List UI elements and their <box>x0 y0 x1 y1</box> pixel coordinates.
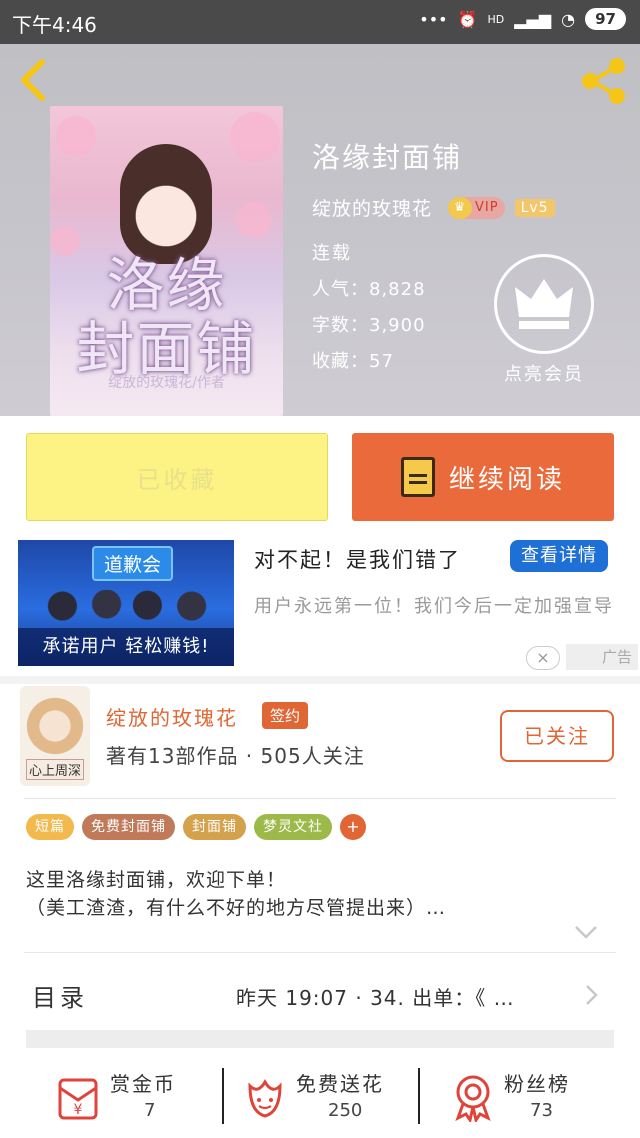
book-author-row: 绽放的玫瑰花 ♛ VIP Lv5 <box>312 194 555 221</box>
signed-badge: 签约 <box>262 702 309 729</box>
fan-rank-label: 粉丝榜 <box>504 1072 570 1096</box>
ad-image-slogan: 承诺用户 轻松赚钱! <box>18 628 234 666</box>
tag-item[interactable]: 梦灵文社 <box>254 814 332 840</box>
book-header: 洛缘 封面铺 绽放的玫瑰花/作者 洛缘封面铺 绽放的玫瑰花 ♛ VIP Lv5 … <box>0 44 640 416</box>
ad-description: 用户永远第一位！我们今后一定加强宣导 <box>254 596 614 617</box>
ad-image-people <box>42 590 212 630</box>
chevron-down-icon[interactable] <box>574 924 598 940</box>
red-envelope-icon: ¥ <box>58 1078 98 1120</box>
status-time: 下午4:46 <box>12 13 97 37</box>
vip-badge: ♛ VIP <box>448 196 505 219</box>
ad-banner[interactable]: 道歉会 承诺用户 轻松赚钱! 对不起！是我们错了 查看详情 用户永远第一位！我们… <box>0 540 640 676</box>
more-icon: ••• <box>419 9 448 29</box>
send-flower-value: 250 <box>328 1100 363 1121</box>
send-flower-label: 免费送花 <box>296 1072 384 1096</box>
blossom-decoration <box>236 202 272 238</box>
catalog-row[interactable]: 目录 昨天 19:07 · 34. 出单：《 … <box>26 954 614 1034</box>
divider <box>24 798 616 799</box>
avatar[interactable]: 心上周深 <box>20 686 90 786</box>
fan-rank-button[interactable]: 粉丝榜 73 <box>450 1064 640 1134</box>
continue-reading-button[interactable]: 继续阅读 <box>352 433 614 521</box>
level-badge: Lv5 <box>514 198 555 217</box>
section-gap <box>0 676 640 684</box>
fan-rank-value: 73 <box>530 1100 553 1121</box>
catalog-label: 目录 <box>32 984 88 1012</box>
share-icon[interactable] <box>578 56 628 106</box>
bottom-separator <box>222 1068 224 1124</box>
author-meta: 著有13部作品 · 505人关注 <box>106 744 365 768</box>
member-button[interactable]: 点亮会员 <box>492 254 596 386</box>
catalog-latest-chapter: 昨天 19:07 · 34. 出单：《 … <box>236 986 515 1010</box>
ad-image[interactable]: 道歉会 承诺用户 轻松赚钱! <box>18 540 234 666</box>
collected-button[interactable]: 已收藏 <box>26 433 328 521</box>
book-cover[interactable]: 洛缘 封面铺 绽放的玫瑰花/作者 <box>50 106 283 416</box>
bottom-separator <box>418 1068 420 1124</box>
vip-label: VIP <box>475 200 499 215</box>
alarm-icon: ⏰ <box>457 9 478 29</box>
blossom-decoration <box>56 116 96 156</box>
ad-headline: 对不起！是我们错了 <box>254 548 461 572</box>
section-gap <box>26 1030 614 1048</box>
divider <box>24 952 616 953</box>
tag-item[interactable]: 免费封面铺 <box>82 814 175 840</box>
medal-icon <box>455 1075 491 1122</box>
book-title: 洛缘封面铺 <box>312 141 463 174</box>
tag-item[interactable]: 短篇 <box>26 814 74 840</box>
crown-icon: ♛ <box>448 196 473 219</box>
svg-text:¥: ¥ <box>74 1102 83 1118</box>
bottom-bar: ¥ 赏金币 7 免费送花 250 粉丝榜 73 <box>0 1054 640 1138</box>
signal-icon: ▂▄▆ <box>514 9 552 29</box>
tag-item[interactable]: 封面铺 <box>183 814 246 840</box>
blossom-decoration <box>230 112 280 162</box>
ad-image-tag: 道歉会 <box>92 546 174 581</box>
action-bar: 已收藏 继续阅读 <box>0 416 640 540</box>
add-tag-button[interactable]: + <box>340 814 366 840</box>
book-icon <box>400 457 435 497</box>
back-icon[interactable] <box>14 58 54 102</box>
ad-close-button[interactable]: × <box>526 646 560 670</box>
crown-icon <box>494 254 594 354</box>
member-label: 点亮会员 <box>504 364 584 385</box>
author-name[interactable]: 绽放的玫瑰花 <box>106 702 238 731</box>
book-description[interactable]: 这里洛缘封面铺，欢迎下单！ （美工渣渣，有什么不好的地方尽管提出来）… <box>26 866 586 922</box>
battery-icon: 97 <box>585 8 626 30</box>
send-flower-button[interactable]: 免费送花 250 <box>242 1064 442 1134</box>
network-label: HD <box>487 12 505 26</box>
book-author[interactable]: 绽放的玫瑰花 <box>312 194 432 221</box>
author-card[interactable]: 心上周深 绽放的玫瑰花 签约 著有13部作品 · 505人关注 已关注 <box>0 684 640 794</box>
reward-coins-label: 赏金币 <box>110 1072 176 1096</box>
status-bar: 下午4:46 ••• ⏰ HD ▂▄▆ ◔ 97 <box>0 0 640 44</box>
reward-coins-value: 7 <box>144 1100 156 1121</box>
wifi-icon: ◔ <box>561 9 576 29</box>
continue-reading-label: 继续阅读 <box>448 464 565 495</box>
ad-label: 广告 <box>566 644 638 670</box>
ad-detail-button[interactable]: 查看详情 <box>510 540 608 572</box>
flower-icon <box>248 1079 282 1118</box>
follow-button[interactable]: 已关注 <box>500 710 614 762</box>
cover-author: 绽放的玫瑰花/作者 <box>108 375 225 391</box>
avatar-caption: 心上周深 <box>26 759 85 780</box>
status-icons: ••• ⏰ HD ▂▄▆ ◔ 97 <box>419 8 626 30</box>
tag-list: 短篇 免费封面铺 封面铺 梦灵文社 + <box>26 814 366 840</box>
reward-coins-button[interactable]: ¥ 赏金币 7 <box>56 1064 256 1134</box>
chevron-right-icon <box>586 985 598 1005</box>
